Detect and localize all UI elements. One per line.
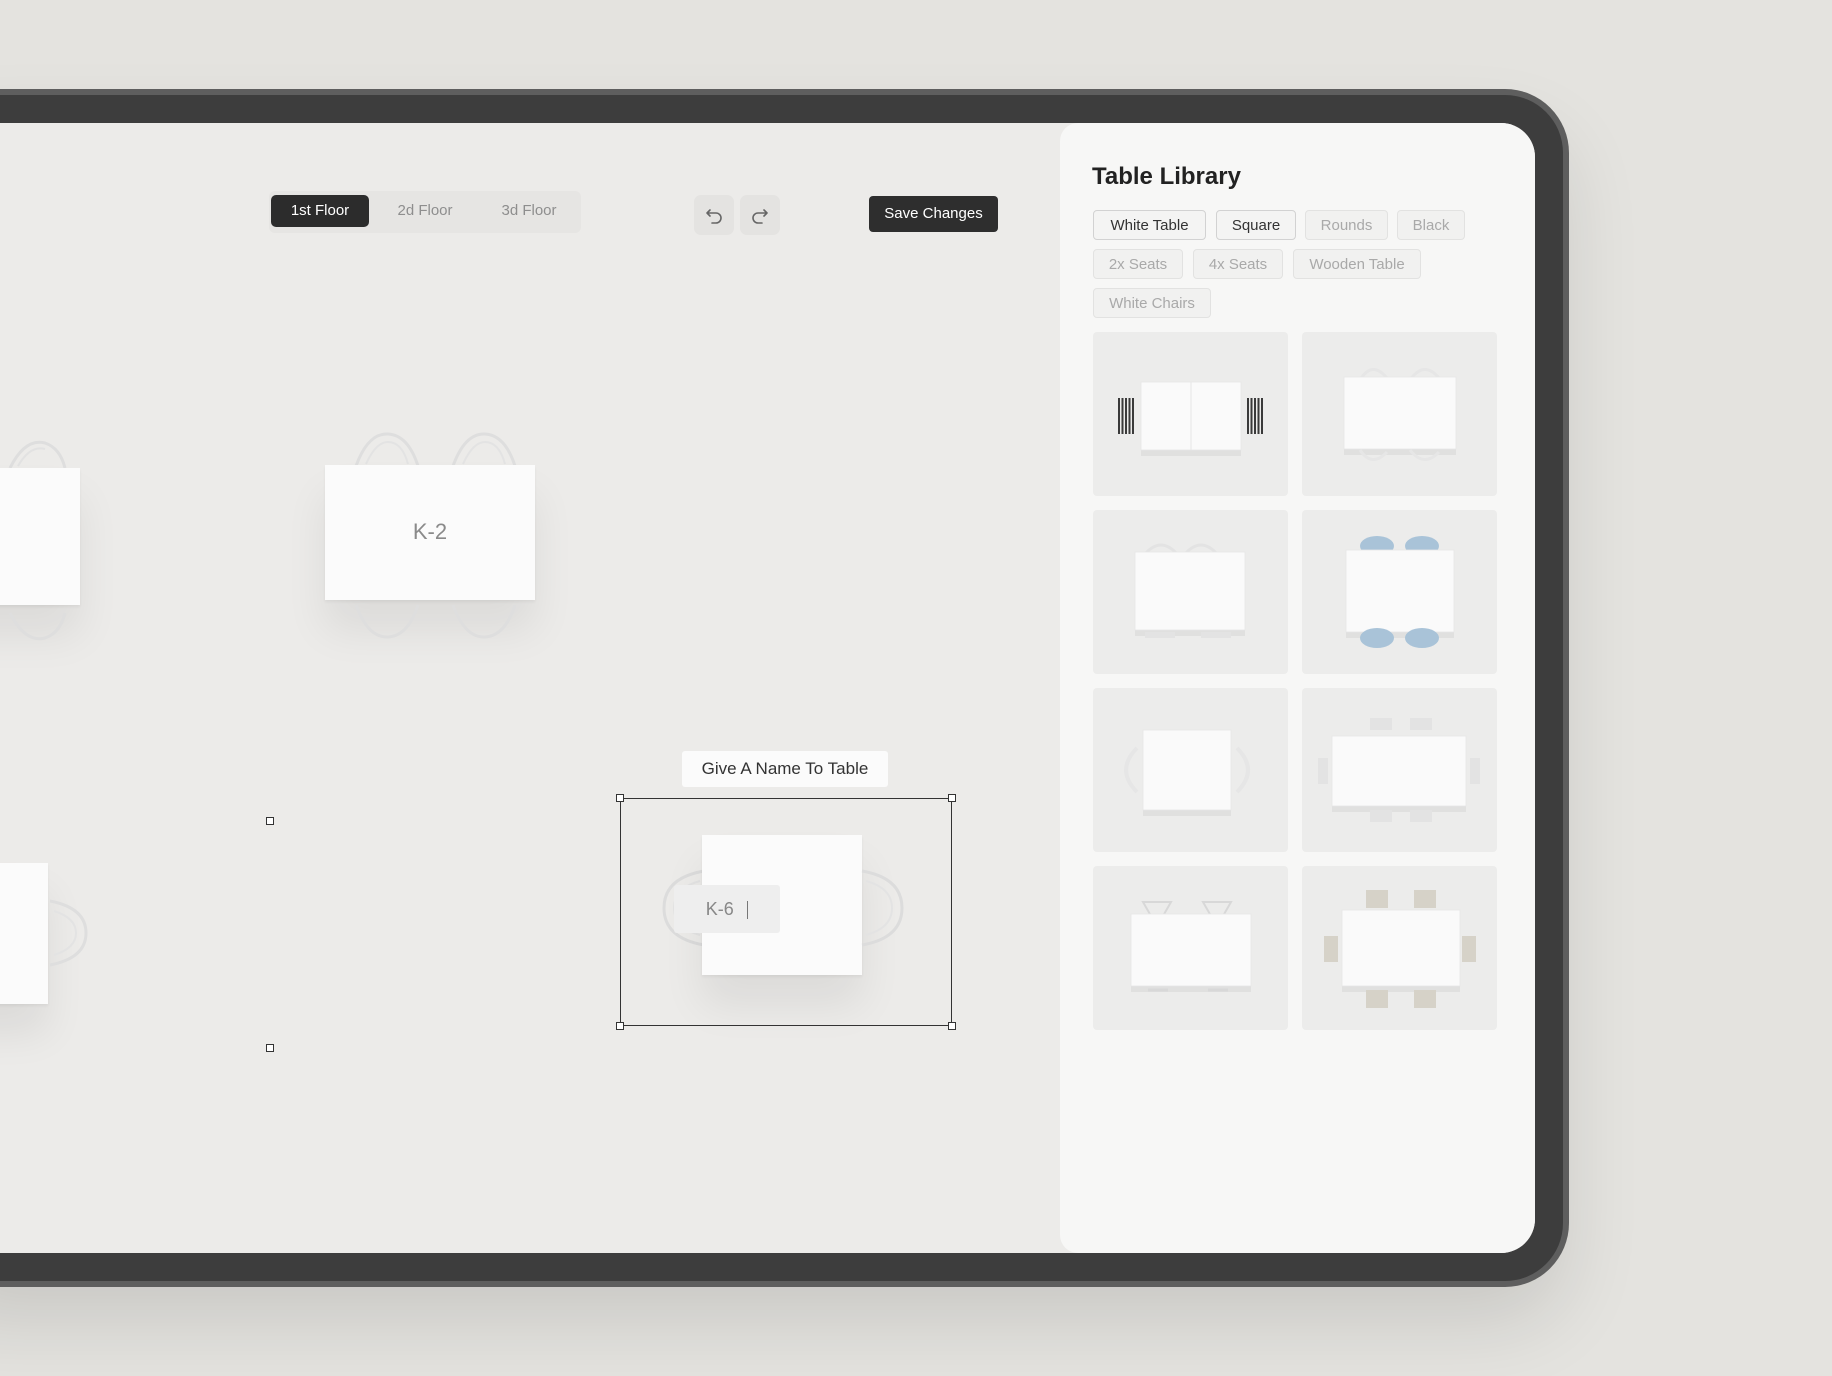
chair-icon: [354, 432, 420, 467]
filter-4x-seats[interactable]: 4x Seats: [1193, 249, 1283, 279]
tab-2d-floor[interactable]: 2d Floor: [375, 195, 475, 227]
filter-square[interactable]: Square: [1216, 210, 1296, 240]
table-thumbnail-icon: [1343, 368, 1457, 461]
chair-icon: [451, 604, 517, 639]
library-item-table-square-round-chairs[interactable]: [1093, 688, 1288, 852]
table-thumbnail-icon: [1345, 536, 1455, 648]
filter-white-table[interactable]: White Table: [1093, 210, 1206, 240]
save-changes-button[interactable]: Save Changes: [869, 196, 998, 232]
resize-handle[interactable]: [948, 794, 956, 802]
tab-3d-floor[interactable]: 3d Floor: [479, 195, 579, 227]
filter-wooden-table[interactable]: Wooden Table: [1293, 249, 1421, 279]
resize-handle[interactable]: [616, 794, 624, 802]
table-thumbnail-icon: [1318, 718, 1480, 822]
undo-icon: [706, 209, 722, 224]
library-item-table-6-seats[interactable]: [1302, 688, 1497, 852]
table-thumbnail-icon: [1134, 543, 1246, 638]
chair-icon: [49, 899, 88, 967]
chair-icon: [8, 440, 67, 469]
table-thumbnail-icon: [1124, 729, 1250, 816]
floor-tabs: 1st Floor 2d Floor 3d Floor: [269, 191, 581, 233]
redo-button[interactable]: [740, 195, 780, 235]
table-label: K-2: [412, 519, 448, 544]
chair-icon: [8, 612, 67, 641]
resize-handle[interactable]: [948, 1022, 956, 1030]
library-item-table-white-curved-chairs[interactable]: [1093, 510, 1288, 674]
tab-1st-floor[interactable]: 1st Floor: [271, 195, 369, 227]
library-item-table-black-side-chairs[interactable]: [1093, 332, 1288, 496]
table-thumbnail-icon: [1130, 901, 1252, 992]
library-item-table-wooden-chairs[interactable]: [1302, 866, 1497, 1030]
table-thumbnail-icon: [1324, 890, 1476, 1008]
table-library-panel: Table Library White Table Square Rounds …: [1060, 123, 1535, 1253]
chair-icon: [354, 604, 420, 639]
library-item-table-white-4-seats[interactable]: [1302, 332, 1497, 496]
device-frame: 1st Floor 2d Floor 3d Floor Save Changes: [0, 95, 1563, 1281]
filter-rounds[interactable]: Rounds: [1305, 210, 1388, 240]
chair-icon: [451, 432, 517, 467]
undo-button[interactable]: [694, 195, 734, 235]
filter-2x-seats[interactable]: 2x Seats: [1093, 249, 1183, 279]
filter-white-chairs[interactable]: White Chairs: [1093, 288, 1211, 318]
library-item-table-wire-chairs[interactable]: [1093, 866, 1288, 1030]
table-partial-bottom-left[interactable]: [0, 863, 48, 1004]
resize-handle[interactable]: [616, 1022, 624, 1030]
selection-box[interactable]: [616, 794, 956, 1030]
table-partial-top-left[interactable]: [0, 468, 80, 605]
filter-black[interactable]: Black: [1397, 210, 1465, 240]
redo-icon: [752, 209, 768, 224]
table-k-2[interactable]: K-2: [325, 465, 535, 600]
floor-plan-canvas[interactable]: 1st Floor 2d Floor 3d Floor Save Changes: [0, 123, 1060, 1253]
name-table-tooltip: Give A Name To Table: [682, 751, 888, 787]
panel-title: Table Library: [1092, 163, 1241, 190]
library-item-table-blue-chairs[interactable]: [1302, 510, 1497, 674]
app-screen: 1st Floor 2d Floor 3d Floor Save Changes: [0, 123, 1535, 1253]
resize-handle[interactable]: [266, 817, 274, 825]
table-thumbnail-icon: [1118, 381, 1263, 456]
resize-handle[interactable]: [266, 1044, 274, 1052]
